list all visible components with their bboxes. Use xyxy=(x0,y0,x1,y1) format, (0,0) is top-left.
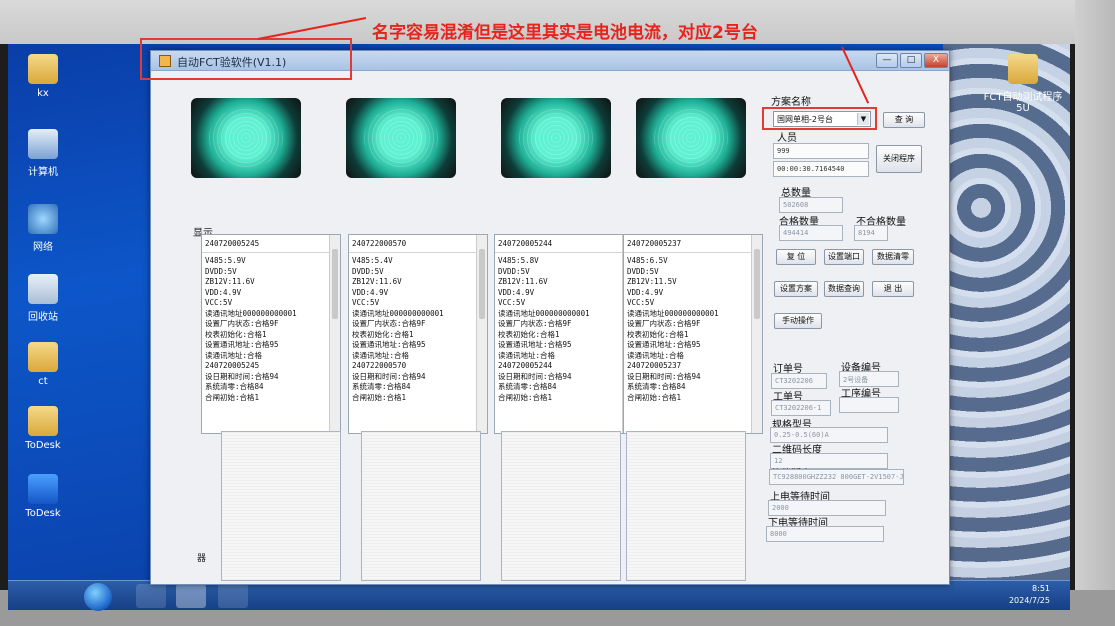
software-version-field[interactable]: TC928800GHZZ232 800GET-2V1507-JR0 xyxy=(769,469,904,485)
folder-icon xyxy=(28,342,58,372)
scheme-label: 方案名称 xyxy=(771,97,811,108)
close-program-button[interactable]: 关闭程序 xyxy=(876,145,922,173)
recycle-bin-icon xyxy=(28,274,58,304)
tray-date: 2024/7/25 xyxy=(1008,596,1050,605)
ie-taskbar-icon[interactable] xyxy=(136,584,166,608)
query-button[interactable]: 查 询 xyxy=(883,112,925,128)
log-panel-text: V485:5.9V DVDD:5V ZB12V:11.6V VDD:4.9V V… xyxy=(205,256,297,402)
desktop-icon-todesk-folder[interactable]: ToDesk xyxy=(8,406,78,451)
power-off-wait-field[interactable]: 8000 xyxy=(766,526,884,542)
exit-button[interactable]: 退 出 xyxy=(872,281,914,297)
scrollbar[interactable] xyxy=(751,235,762,433)
operator-field[interactable]: 999 xyxy=(773,143,869,159)
log-panel-4[interactable]: 240720005237 V485:6.5V DVDD:5V ZB12V:11.… xyxy=(623,234,763,434)
total-field: 502608 xyxy=(779,197,843,213)
side-label: 器 xyxy=(197,554,207,564)
desktop-icon-kx[interactable]: kx xyxy=(8,54,78,99)
image-box-4 xyxy=(626,431,746,581)
minimize-button[interactable]: — xyxy=(876,53,898,68)
app-taskbar-icon[interactable] xyxy=(218,584,248,608)
image-box-1 xyxy=(221,431,341,581)
screen-photo: kx 计算机 网络 回收站 ct ToDesk ToDesk FCT自动测试程序… xyxy=(0,0,1115,626)
desktop-icon-label: 回收站 xyxy=(28,312,58,323)
set-port-button[interactable]: 设置端口 xyxy=(824,249,864,265)
order-field[interactable]: CT3202206 xyxy=(771,373,827,389)
data-query-button[interactable]: 数据查询 xyxy=(824,281,864,297)
desktop-icon-ct[interactable]: ct xyxy=(8,342,78,387)
pass-field: 494414 xyxy=(779,225,843,241)
desktop-icon-label: ToDesk xyxy=(25,440,61,451)
log-panel-1[interactable]: 240720005245 V485:5.9V DVDD:5V ZB12V:11.… xyxy=(201,234,341,434)
timer-field: 00:00:30.7164540 xyxy=(773,161,869,177)
annotation-box-scheme xyxy=(762,107,877,130)
log-panel-text: V485:6.5V DVDD:5V ZB12V:11.5V VDD:4.9V V… xyxy=(627,256,719,402)
desktop-icon-label: ToDesk xyxy=(25,508,61,519)
monitor-bezel-right xyxy=(1075,0,1115,626)
start-button[interactable] xyxy=(84,583,112,611)
desktop-icon-fct-program[interactable]: FCT自动测试程序5U xyxy=(983,54,1063,114)
clear-data-button[interactable]: 数据清零 xyxy=(872,249,914,265)
set-scheme-button[interactable]: 设置方案 xyxy=(774,281,818,297)
status-light-4 xyxy=(636,98,746,178)
scrollbar[interactable] xyxy=(329,235,340,433)
desktop-icon-recycle-bin[interactable]: 回收站 xyxy=(8,274,78,323)
log-panel-text: V485:5.8V DVDD:5V ZB12V:11.6V VDD:4.9V V… xyxy=(498,256,590,402)
network-icon xyxy=(28,204,58,234)
scrollbar[interactable] xyxy=(476,235,487,433)
status-light-1 xyxy=(191,98,301,178)
process-field[interactable] xyxy=(839,397,899,413)
desktop-icon-label: ct xyxy=(38,376,48,387)
desktop-icon-label: 网络 xyxy=(33,242,53,253)
log-panel-id: 240720005245 xyxy=(202,235,340,253)
desktop-icon-label: kx xyxy=(37,88,49,99)
close-button[interactable]: X xyxy=(924,53,948,68)
status-light-2 xyxy=(346,98,456,178)
folder-icon xyxy=(28,406,58,436)
status-light-3 xyxy=(501,98,611,178)
tray-time: 8:51 xyxy=(1032,584,1050,593)
annotation-text: 名字容易混淆但是这里其实是电池电流，对应2号台 xyxy=(372,23,758,43)
fct-app-window: 自动FCT验软件(V1.1) — □ X 显示 器 240720005245 V… xyxy=(150,50,950,585)
work-order-field[interactable]: CT3202206-1 xyxy=(771,400,831,416)
desktop-icon-network[interactable]: 网络 xyxy=(8,204,78,253)
folder-icon xyxy=(28,54,58,84)
reset-button[interactable]: 复 位 xyxy=(776,249,816,265)
fct-app-taskbar-icon[interactable] xyxy=(176,584,206,608)
folder-icon xyxy=(1008,54,1038,84)
manual-operation-button[interactable]: 手动操作 xyxy=(774,313,822,329)
log-panel-2[interactable]: 240722000570 V485:5.4V DVDD:5V ZB12V:11.… xyxy=(348,234,488,434)
fail-field: 8194 xyxy=(854,225,888,241)
image-box-3 xyxy=(501,431,621,581)
annotation-box-title xyxy=(140,38,352,80)
maximize-button[interactable]: □ xyxy=(900,53,922,68)
log-panel-text: V485:5.4V DVDD:5V ZB12V:11.6V VDD:4.9V V… xyxy=(352,256,444,402)
system-tray-clock[interactable]: 8:51 2024/7/25 xyxy=(1009,583,1050,607)
log-panel-3[interactable]: 240720005244 V485:5.8V DVDD:5V ZB12V:11.… xyxy=(494,234,634,434)
computer-icon xyxy=(28,129,58,159)
log-panel-id: 240722000570 xyxy=(349,235,487,253)
desktop-icon-label: 计算机 xyxy=(28,167,58,178)
todesk-icon xyxy=(28,474,58,504)
operator-label: 人员 xyxy=(777,133,797,144)
desktop-icon-computer[interactable]: 计算机 xyxy=(8,129,78,178)
wallpaper-pattern xyxy=(943,44,1070,590)
desktop-icon-label: FCT自动测试程序5U xyxy=(983,92,1063,114)
log-panel-id: 240720005237 xyxy=(624,235,762,253)
desktop-icon-todesk[interactable]: ToDesk xyxy=(8,474,78,519)
log-panel-id: 240720005244 xyxy=(495,235,633,253)
image-box-2 xyxy=(361,431,481,581)
